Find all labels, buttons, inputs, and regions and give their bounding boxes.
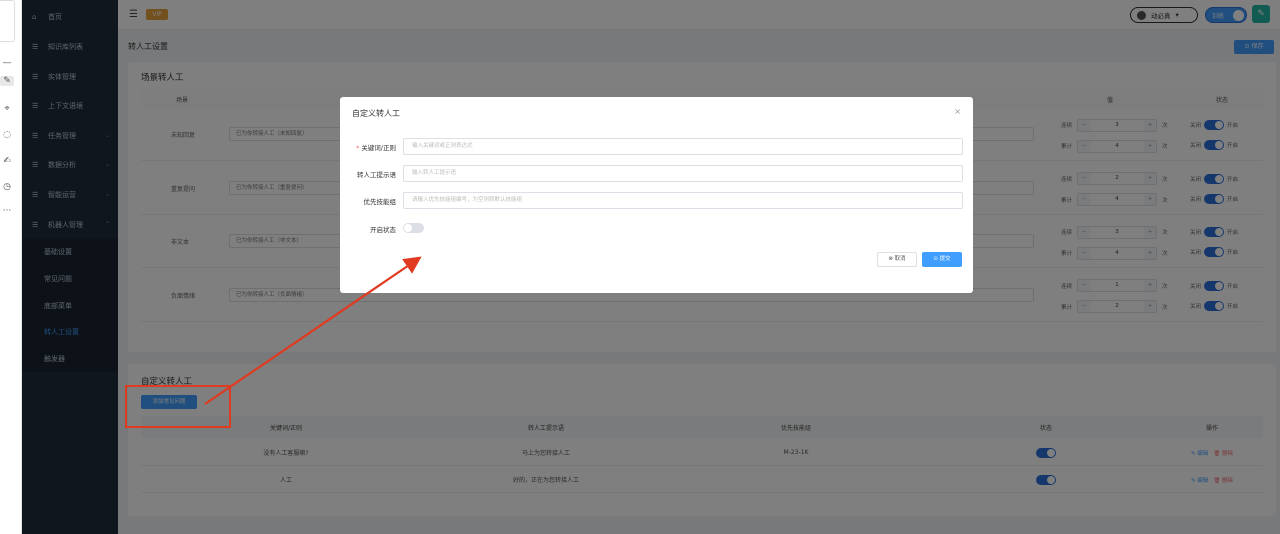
collapsed-panel[interactable] <box>0 0 15 42</box>
cancel-label: 取消 <box>894 256 906 262</box>
more-icon[interactable]: ··· <box>0 206 14 216</box>
status-label: 开启状态 <box>370 226 396 234</box>
dialog-title: 自定义转人工 <box>352 109 400 118</box>
status-row: 开启状态 <box>340 220 973 238</box>
submit-label: 提交 <box>939 256 951 262</box>
skill-row: 优先技能组 请输入优先技能组编号，为空则转默认技能组 <box>340 192 973 210</box>
keyword-row: * 关键词/正则 输入关键词或正则表达式 <box>340 138 973 156</box>
pen-icon[interactable]: ✎ <box>0 76 14 86</box>
cursor-icon[interactable]: ⌖ <box>0 104 14 114</box>
skill-label: 优先技能组 <box>363 198 397 206</box>
prompt-input[interactable]: 输入转人工提示语 <box>403 165 963 182</box>
tool-strip: — ✎ ⌖ ◌ ✍ ◷ ··· <box>0 0 22 534</box>
clock-icon[interactable]: ◷ <box>0 182 14 192</box>
skill-input[interactable]: 请输入优先技能组编号，为空则转默认技能组 <box>403 192 963 209</box>
custom-transfer-dialog: 自定义转人工 × * 关键词/正则 输入关键词或正则表达式 转人工提示语 输入转… <box>340 97 973 293</box>
annotation-highlight-box <box>125 385 231 428</box>
status-toggle[interactable] <box>403 223 424 233</box>
submit-button[interactable]: ⊙ 提交 <box>922 252 962 267</box>
keyword-label-text: 关键词/正则 <box>361 144 396 152</box>
cancel-button[interactable]: ⊗ 取消 <box>877 252 917 267</box>
signature-icon[interactable]: ✍ <box>0 156 14 166</box>
keyword-input[interactable]: 输入关键词或正则表达式 <box>403 138 963 155</box>
close-icon[interactable]: × <box>954 107 961 116</box>
minus-icon[interactable]: — <box>0 58 14 68</box>
prompt-row: 转人工提示语 输入转人工提示语 <box>340 165 973 183</box>
eraser-icon[interactable]: ◌ <box>0 130 14 140</box>
keyword-label: * 关键词/正则 <box>356 142 396 152</box>
prompt-label: 转人工提示语 <box>357 171 396 179</box>
